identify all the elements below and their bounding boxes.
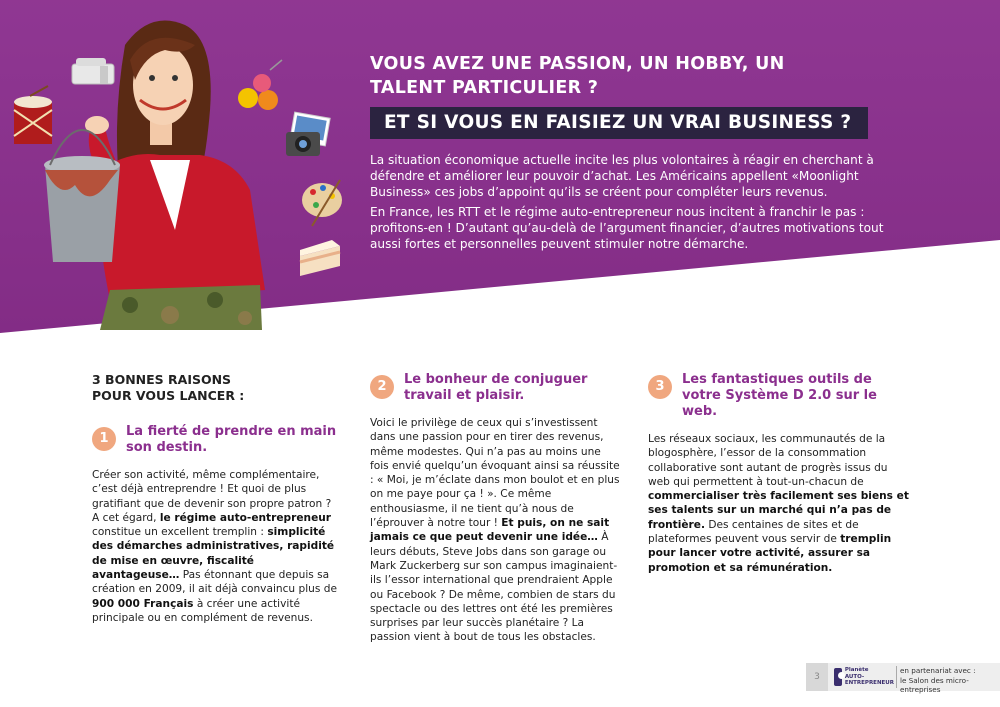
reasons-title: 3 BONNES RAISONS POUR VOUS LANCER : (92, 372, 342, 404)
reason-1-heading: 1 La fierté de prendre en main son desti… (92, 424, 342, 456)
reason-1-text-3: constitue un excellent tremplin : (92, 526, 264, 539)
partner-note: en partenariat avec : le Salon des micro… (900, 666, 1000, 695)
reason-1-bold-1: le régime auto-entrepreneur (159, 511, 332, 524)
reasons-title-line-1: 3 BONNES RAISONS (92, 372, 232, 387)
reason-2-number-badge: 2 (370, 375, 394, 399)
intro-text: La situation économique actuelle incite … (370, 152, 910, 256)
logo-line-2: AUTO-ENTREPRENEUR (844, 673, 895, 687)
headline-line-1: VOUS AVEZ UNE PASSION, UN HOBBY, UN (370, 54, 785, 74)
logo-mark-icon (834, 668, 845, 686)
headline-line-2: TALENT PARTICULIER ? (370, 78, 599, 98)
reason-3-number-badge: 3 (648, 375, 672, 399)
reasons-title-line-2: POUR VOUS LANCER : (92, 388, 245, 403)
reason-2-text-1: Voici le privilège de ceux qui s’investi… (370, 417, 620, 530)
reason-3-title: Les fantastiques outils de votre Système… (682, 372, 877, 419)
column-reason-2: 2 Le bonheur de conjuguer travail et pla… (370, 372, 620, 645)
partner-line-1: en partenariat avec : (900, 666, 976, 675)
column-reason-1: 3 BONNES RAISONS POUR VOUS LANCER : 1 La… (92, 372, 342, 625)
reason-2-title: Le bonheur de conjuguer travail et plais… (404, 372, 588, 403)
reason-2-text-2: À leurs débuts, Steve Jobs dans son gara… (370, 531, 618, 644)
reason-2-body: Voici le privilège de ceux qui s’investi… (370, 416, 620, 645)
reason-3-text-1: Les réseaux sociaux, les communautés de … (648, 433, 888, 488)
headline: VOUS AVEZ UNE PASSION, UN HOBBY, UN TALE… (370, 52, 830, 100)
logo-text: Planète AUTO-ENTREPRENEUR (845, 667, 894, 687)
reason-1-number-badge: 1 (92, 427, 116, 451)
reason-1-text-2: A cet égard, (92, 511, 157, 524)
reason-1-title: La fierté de prendre en main son destin. (126, 424, 337, 455)
sewing-machine-icon (71, 58, 115, 85)
reason-1-text-1: Créer son activité, même complémentaire,… (92, 469, 332, 510)
planete-auto-entrepreneur-logo: Planète AUTO-ENTREPRENEUR (834, 666, 894, 688)
reason-1-bold-3: 900 000 Français (92, 597, 194, 610)
yarn-balls-icon (238, 59, 283, 110)
drum-icon (13, 85, 53, 144)
intro-paragraph-2: En France, les RTT et le régime auto-ent… (370, 205, 884, 251)
headline-box: ET SI VOUS EN FAISIEZ UN VRAI BUSINESS ? (370, 107, 868, 139)
cake-icon (299, 240, 341, 276)
camera-photos-icon (286, 111, 331, 156)
reason-1-body: Créer son activité, même complémentaire,… (92, 468, 342, 625)
reason-3-body: Les réseaux sociaux, les communautés de … (648, 432, 910, 575)
reason-3-heading: 3 Les fantastiques outils de votre Systè… (648, 372, 910, 420)
footer-divider (896, 666, 897, 688)
page-number: 3 (806, 663, 828, 691)
column-reason-3: 3 Les fantastiques outils de votre Systè… (648, 372, 910, 575)
hobby-woman-illustration (13, 20, 342, 330)
reason-2-heading: 2 Le bonheur de conjuguer travail et pla… (370, 372, 620, 404)
partner-line-2: le Salon des micro-entreprises (900, 675, 969, 695)
intro-paragraph-1: La situation économique actuelle incite … (370, 153, 874, 199)
paint-palette-icon (302, 179, 342, 227)
